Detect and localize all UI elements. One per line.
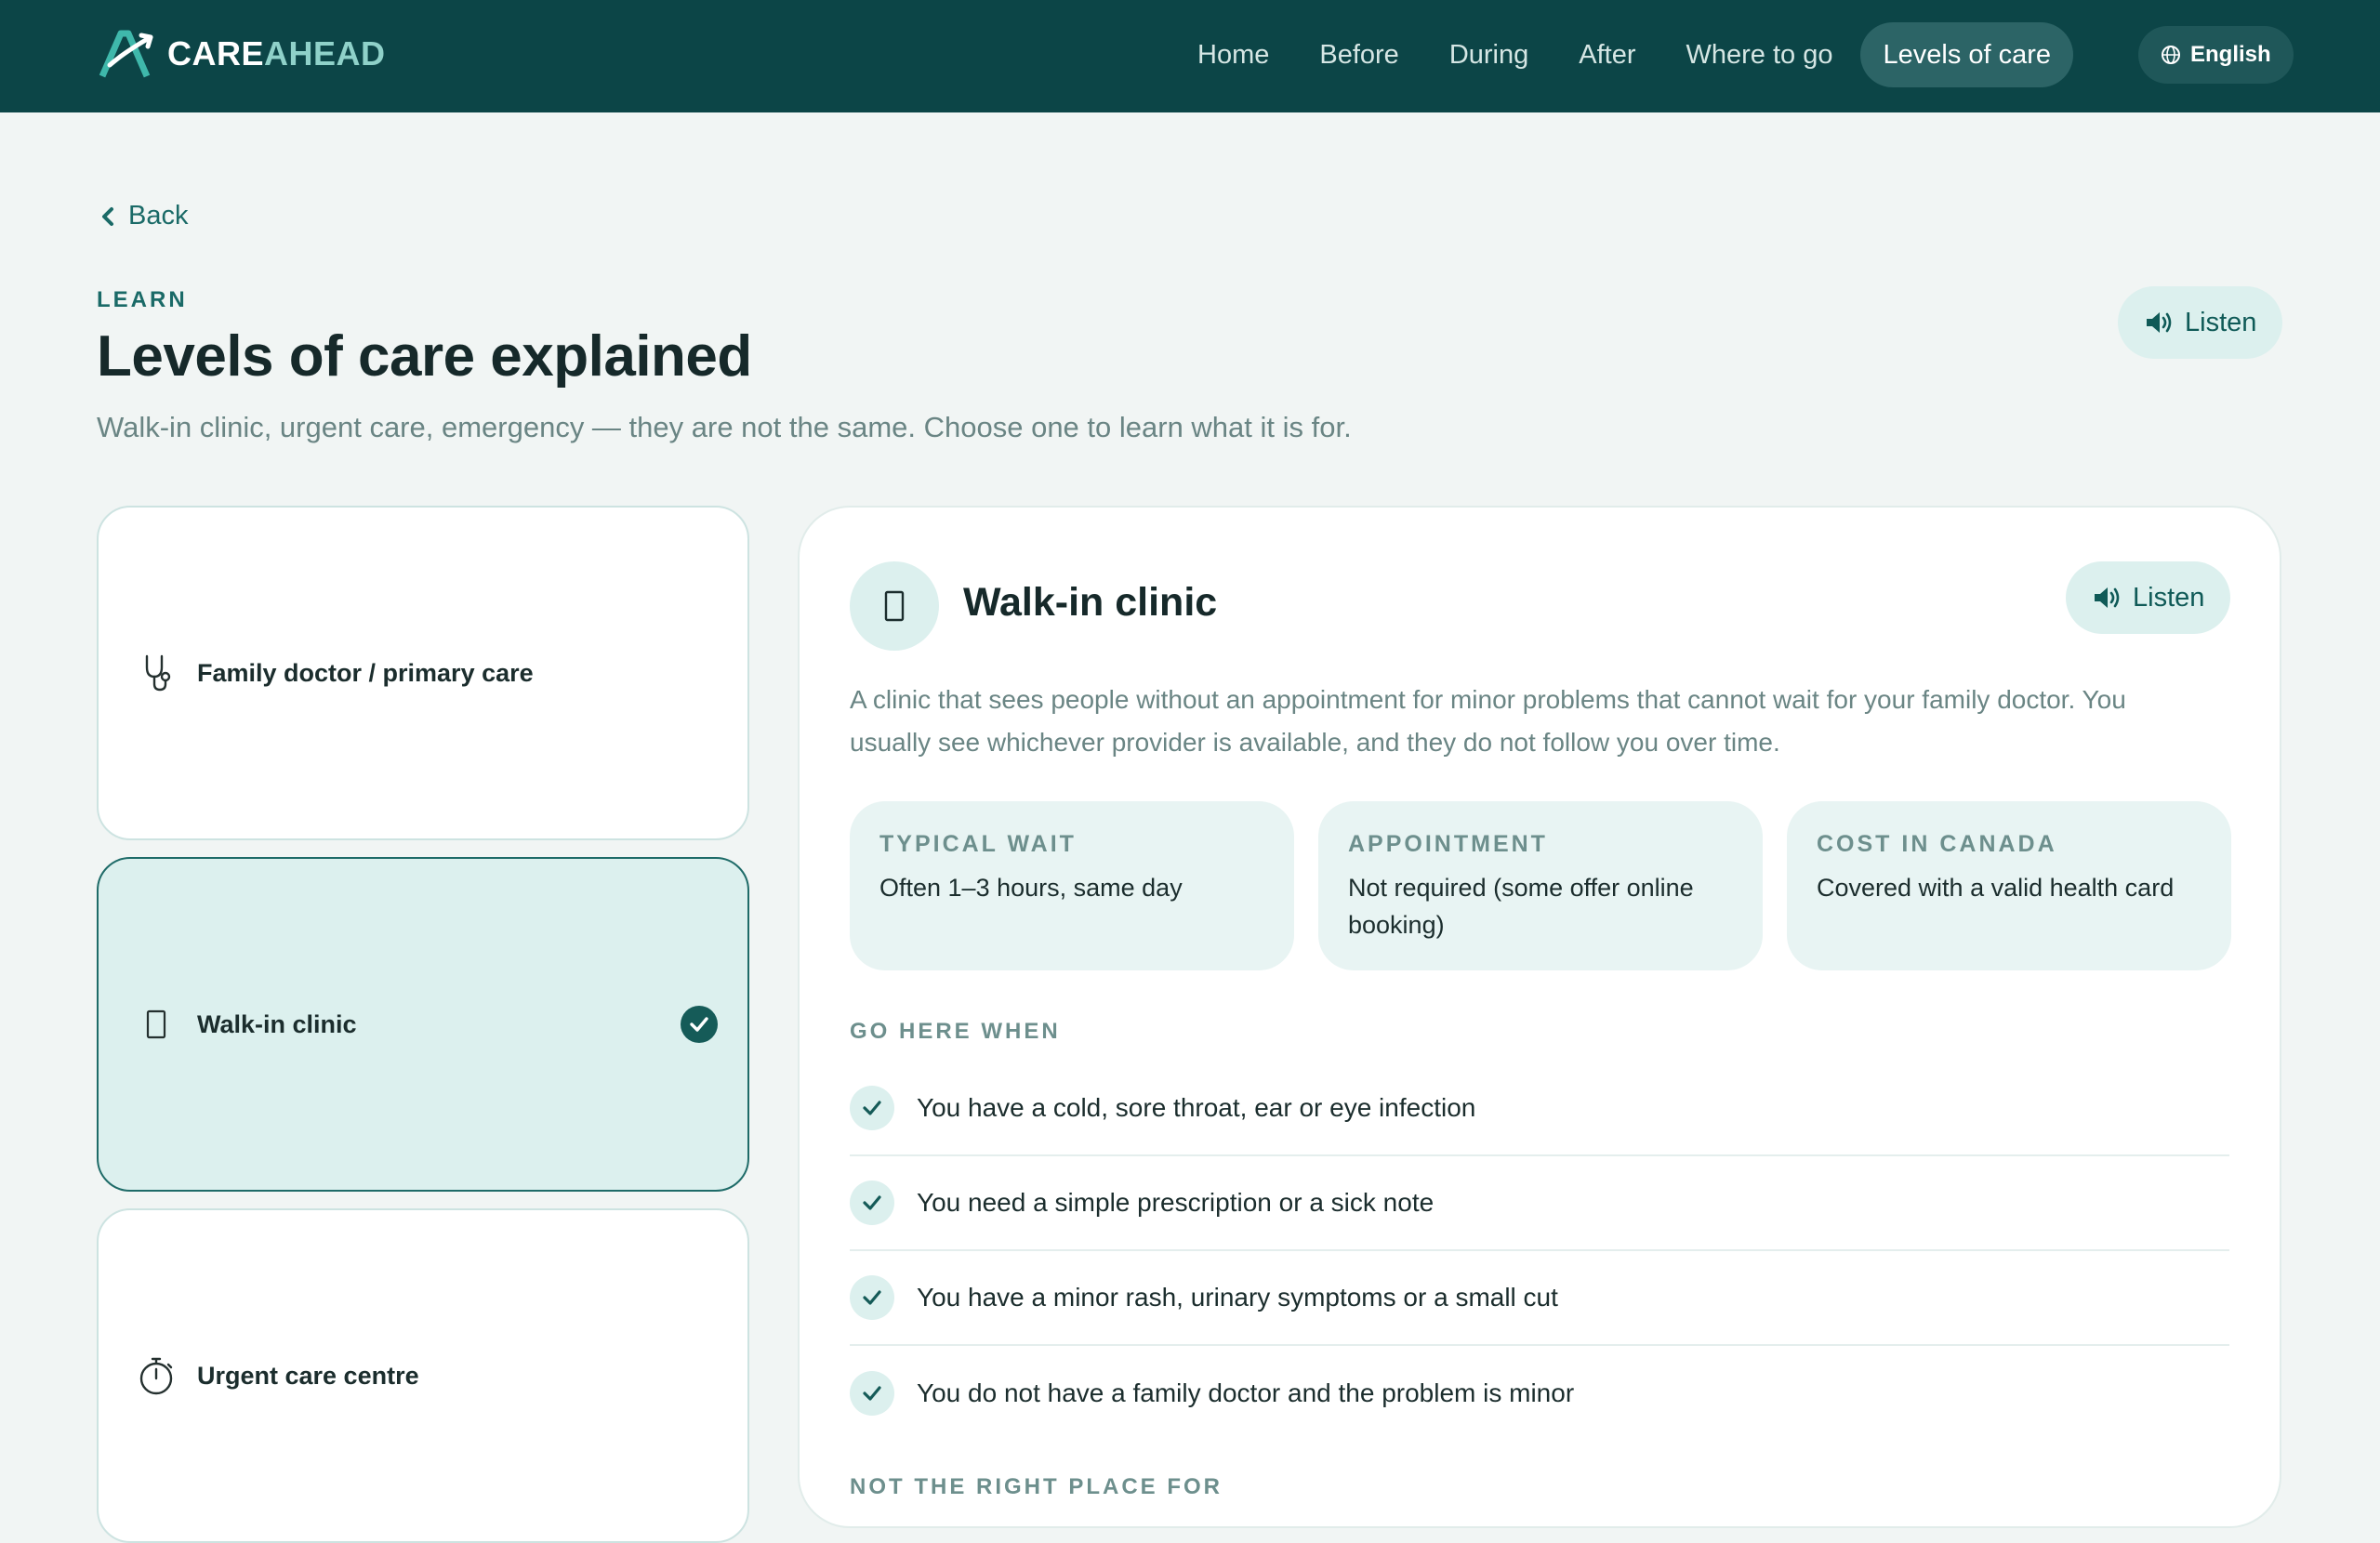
check-icon [850,1180,894,1225]
stethoscope-icon [136,653,177,693]
fact-value: Covered with a valid health card [1817,874,2175,902]
clinic-icon [136,1004,177,1045]
nav-after[interactable]: After [1556,22,1658,87]
nav-before[interactable]: Before [1297,22,1421,87]
brand-name: CAREAHEAD [167,34,386,73]
fact-card-appointment: APPOINTMENT Not required (some offer onl… [1318,801,1763,970]
option-label: Family doctor / primary care [197,658,534,687]
detail-description: A clinic that sees people without an app… [850,685,2126,757]
list-item: You do not have a family doctor and the … [850,1346,2229,1441]
list-item-text: You do not have a family doctor and the … [917,1378,1575,1407]
list-item-text: You have a cold, sore throat, ear or eye… [917,1093,1476,1122]
listen-label: Listen [2185,307,2257,337]
brand-name-part1: CARE [167,34,265,73]
section-eyebrow: LEARN [97,287,188,312]
listen-label: Listen [2133,582,2205,613]
language-selector[interactable]: English [2138,26,2294,84]
list-item: You have a cold, sore throat, ear or eye… [850,1062,2229,1156]
clinic-icon [850,561,939,651]
nav-where-to-go[interactable]: Where to go [1664,22,1856,87]
selected-check-icon [681,1006,718,1043]
list-item: You need a simple prescription or a sick… [850,1156,2229,1251]
fact-label: APPOINTMENT [1348,831,1548,857]
nav-during[interactable]: During [1427,22,1551,87]
list-item-text: You need a simple prescription or a sick… [917,1188,1435,1217]
fact-label: COST IN CANADA [1817,831,2057,857]
option-label: Urgent care centre [197,1361,419,1390]
go-here-list: You have a cold, sore throat, ear or eye… [850,1062,2229,1441]
speaker-icon [2095,587,2120,608]
brand-logo[interactable]: CAREAHEAD [97,28,386,80]
option-label: Walk-in clinic [197,1009,357,1038]
check-icon [850,1086,894,1130]
check-icon [850,1275,894,1320]
fact-card-cost: COST IN CANADA Covered with a valid heal… [1787,801,2231,970]
listen-detail-button[interactable]: Listen [2066,561,2231,634]
stopwatch-icon [136,1355,177,1396]
top-navigation-bar: CAREAHEAD Home Before During After Where… [0,0,2380,112]
fact-label: TYPICAL WAIT [879,831,1077,857]
brand-name-part2: AHEAD [264,34,386,73]
speaker-icon [2147,312,2172,333]
list-item-text: You have a minor rash, urinary symptoms … [917,1283,1558,1312]
page-title: Levels of care explained [97,324,752,389]
facts-row: TYPICAL WAIT Often 1–3 hours, same day A… [850,801,2231,970]
nav-home[interactable]: Home [1175,22,1291,87]
fact-value: Not required (some offer online booking) [1348,874,1694,939]
nav-levels-of-care[interactable]: Levels of care [1860,22,2074,87]
fact-card-wait: TYPICAL WAIT Often 1–3 hours, same day [850,801,1294,970]
option-urgent-care[interactable]: Urgent care centre [97,1208,749,1543]
not-here-heading: NOT THE RIGHT PLACE FOR [850,1474,1223,1499]
list-item: You have a minor rash, urinary symptoms … [850,1251,2229,1346]
option-walk-in-clinic[interactable]: Walk-in clinic [97,857,749,1192]
go-here-heading: GO HERE WHEN [850,1019,1061,1044]
check-icon [850,1371,894,1416]
careahead-logo-icon [99,30,153,78]
detail-title: Walk-in clinic [963,580,1218,625]
language-label: English [2190,42,2271,67]
main-nav: Home Before During After Where to go Lev… [1175,22,2074,87]
back-link[interactable]: Back [100,201,188,231]
detail-panel: Walk-in clinic Listen A clinic that sees… [798,506,2281,1528]
page-subtitle: Walk-in clinic, urgent care, emergency —… [97,411,1352,443]
back-label: Back [128,201,189,231]
globe-icon [2162,46,2180,64]
fact-value: Often 1–3 hours, same day [879,874,1183,902]
option-family-doctor[interactable]: Family doctor / primary care [97,506,749,840]
listen-page-button[interactable]: Listen [2118,286,2283,359]
chevron-left-icon [102,206,113,226]
